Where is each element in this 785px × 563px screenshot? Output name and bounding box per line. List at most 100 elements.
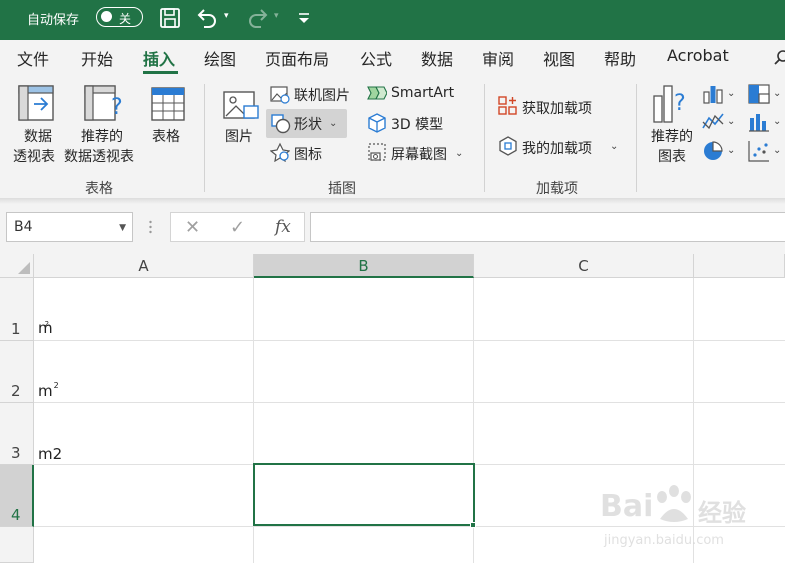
screenshot-icon[interactable] [367, 142, 387, 162]
row-header-3[interactable]: 3 [0, 403, 34, 465]
my-addins-label[interactable]: 我的加载项 [522, 138, 592, 158]
pivot-table-label2[interactable]: 透视表 [13, 146, 55, 166]
fill-handle[interactable] [470, 522, 476, 528]
group-label-illustrations: 插图 [328, 181, 356, 197]
hierarchy-chart-dropdown-icon[interactable]: ⌄ [773, 88, 781, 99]
row-number: 4 [11, 506, 21, 524]
redo-icon[interactable] [246, 6, 270, 30]
cell-a2-base: m [38, 382, 53, 400]
scatter-chart-dropdown-icon[interactable]: ⌄ [773, 145, 781, 156]
smartart-icon[interactable] [367, 84, 387, 102]
hierarchy-chart-icon[interactable] [748, 84, 770, 104]
column-header-b[interactable]: B [254, 254, 474, 278]
customize-toolbar-icon[interactable] [292, 6, 316, 30]
select-all-button[interactable] [0, 254, 34, 278]
online-picture-icon[interactable] [270, 84, 290, 104]
name-box-value: B4 [14, 219, 33, 235]
picture-icon[interactable] [222, 88, 260, 122]
pie-chart-dropdown-icon[interactable]: ⌄ [727, 145, 735, 156]
line-chart-icon[interactable] [702, 112, 724, 132]
paw-logo-icon [657, 485, 691, 522]
picture-label[interactable]: 图片 [225, 126, 253, 146]
pivot-table-icon[interactable] [17, 84, 55, 122]
recommended-charts-label2[interactable]: 图表 [648, 146, 696, 166]
cell-a3[interactable]: m2 [38, 445, 62, 463]
column-header-a[interactable]: A [34, 254, 254, 278]
cell-a1[interactable]: m2 [38, 319, 57, 337]
search-icon[interactable] [773, 49, 785, 67]
splitter-handle-icon[interactable] [149, 220, 152, 234]
toggle-knob [101, 11, 112, 22]
group-label-addins: 加载项 [536, 181, 578, 197]
tab-page-layout[interactable]: 页面布局 [265, 46, 329, 70]
online-picture-label[interactable]: 联机图片 [294, 85, 350, 105]
3d-model-icon[interactable] [368, 113, 386, 133]
name-box[interactable]: B4 ▼ [6, 212, 133, 242]
recommended-pivot-label2[interactable]: 数据透视表 [64, 146, 134, 166]
smartart-label[interactable]: SmartArt [391, 85, 454, 101]
icons-icon[interactable] [270, 142, 290, 162]
column-chart-dropdown-icon[interactable]: ⌄ [727, 88, 735, 99]
row-header-1[interactable]: 1 [0, 278, 34, 341]
tab-acrobat[interactable]: Acrobat [667, 46, 729, 65]
tab-formulas[interactable]: 公式 [360, 46, 392, 70]
tab-review[interactable]: 审阅 [482, 46, 514, 70]
tab-insert[interactable]: 插入 [143, 46, 175, 70]
row-header-4[interactable]: 4 [0, 465, 34, 527]
tab-draw[interactable]: 绘图 [204, 46, 236, 70]
enter-icon[interactable]: ✓ [230, 217, 245, 238]
recommended-pivot-icon[interactable]: ? [83, 84, 127, 124]
recommended-pivot-label1[interactable]: 推荐的 [78, 126, 126, 146]
scatter-chart-icon[interactable] [748, 140, 770, 162]
row-header-5[interactable] [0, 527, 34, 563]
screenshot-label[interactable]: 屏幕截图 [391, 144, 447, 164]
formula-input[interactable] [310, 212, 785, 242]
tab-data[interactable]: 数据 [421, 46, 453, 70]
tab-view[interactable]: 视图 [543, 46, 575, 70]
group-separator [484, 84, 485, 192]
toggle-state: 关 [119, 12, 132, 26]
tab-home[interactable]: 开始 [81, 46, 113, 70]
cell-a2[interactable]: m2 [38, 381, 59, 400]
statistic-chart-icon[interactable] [748, 112, 770, 132]
row-header-2[interactable]: 2 [0, 341, 34, 403]
my-addins-dropdown-icon[interactable]: ⌄ [610, 141, 618, 152]
line-chart-dropdown-icon[interactable]: ⌄ [727, 116, 735, 127]
table-icon[interactable] [150, 86, 186, 122]
tab-help[interactable]: 帮助 [604, 46, 636, 70]
undo-dropdown-icon[interactable]: ▾ [224, 11, 229, 21]
table-label[interactable]: 表格 [152, 126, 180, 146]
shapes-dropdown-icon: ⌄ [329, 118, 338, 129]
icons-label[interactable]: 图标 [294, 144, 322, 164]
recommended-charts-icon[interactable]: ? [652, 84, 692, 124]
recommended-charts-label1[interactable]: 推荐的 [648, 126, 696, 146]
my-addins-icon[interactable] [498, 136, 518, 156]
autosave-label: 自动保存 [27, 13, 80, 28]
autosave-toggle[interactable]: 关 [96, 7, 143, 27]
statistic-chart-dropdown-icon[interactable]: ⌄ [773, 116, 781, 127]
tab-file[interactable]: 文件 [17, 46, 49, 70]
get-addins-label[interactable]: 获取加载项 [522, 98, 592, 118]
row-number: 1 [11, 320, 21, 338]
column-chart-icon[interactable] [702, 84, 724, 104]
watermark-brand2: 经验 [698, 499, 746, 527]
screenshot-dropdown-icon[interactable]: ⌄ [455, 148, 463, 159]
cancel-icon[interactable]: ✕ [185, 217, 200, 238]
shapes-icon[interactable] [270, 113, 292, 135]
get-addins-icon[interactable] [498, 96, 518, 116]
select-all-icon [18, 262, 30, 274]
pivot-table-label1[interactable]: 数据 [18, 126, 58, 146]
insert-function-icon[interactable]: fx [275, 217, 291, 237]
column-header-c[interactable]: C [474, 254, 694, 278]
pie-chart-icon[interactable] [702, 140, 724, 162]
undo-icon[interactable] [195, 6, 219, 30]
row-number: 3 [11, 444, 21, 462]
save-icon[interactable] [158, 6, 182, 30]
title-bar: 自动保存 关 ▾ ▾ [0, 0, 785, 40]
svg-text:?: ? [674, 91, 686, 116]
3d-model-label[interactable]: 3D 模型 [391, 114, 443, 134]
redo-dropdown-icon[interactable]: ▾ [274, 11, 279, 21]
column-header-d[interactable] [694, 254, 785, 278]
name-box-dropdown-icon[interactable]: ▼ [119, 223, 126, 233]
selected-cell-b4[interactable] [253, 463, 475, 526]
